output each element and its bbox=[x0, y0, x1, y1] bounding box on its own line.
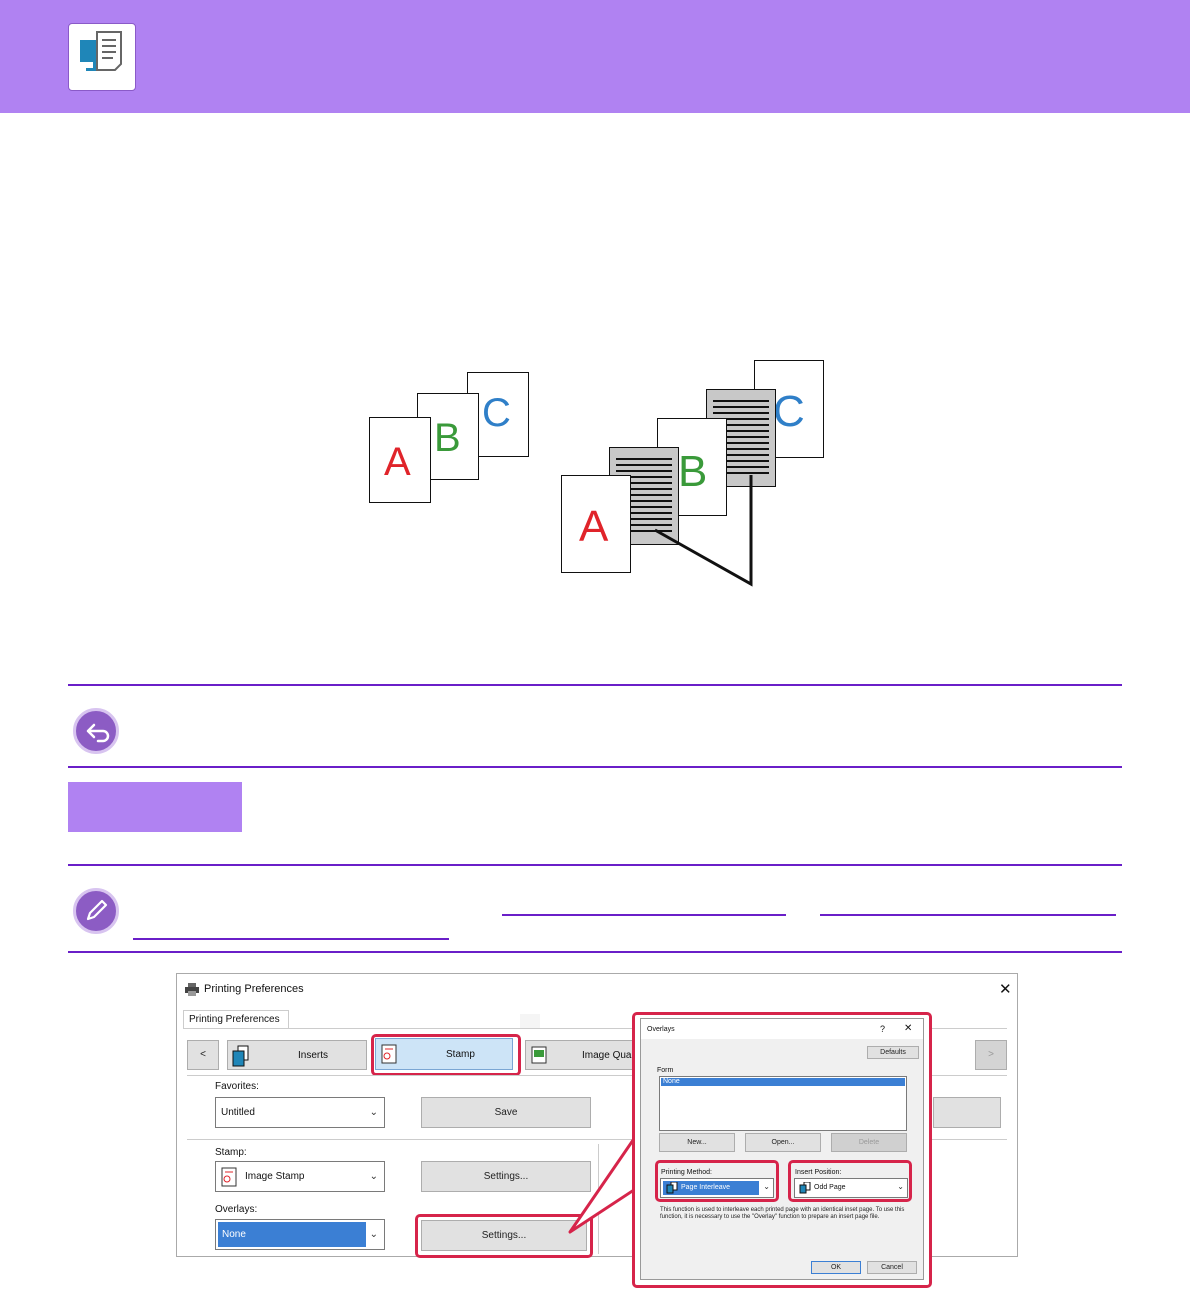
page-letter: C bbox=[482, 391, 511, 435]
close-icon[interactable]: ✕ bbox=[904, 1023, 912, 1034]
tab-printing-preferences[interactable]: Printing Preferences bbox=[183, 1010, 289, 1029]
page-a: A bbox=[561, 475, 631, 573]
computer-document-icon bbox=[68, 23, 136, 91]
page-a: A bbox=[369, 417, 431, 503]
tab-label: Image Quali bbox=[582, 1050, 636, 1061]
reference-link[interactable] bbox=[133, 938, 449, 940]
page-letter: A bbox=[579, 502, 609, 551]
partial-button[interactable] bbox=[933, 1097, 1001, 1128]
divider bbox=[68, 766, 1122, 768]
page-letter: C bbox=[773, 387, 805, 436]
back-arrow-icon bbox=[73, 708, 119, 754]
chevron-down-icon: ⌄ bbox=[369, 1107, 378, 1118]
help-icon[interactable]: ? bbox=[880, 1024, 885, 1034]
new-button[interactable]: New... bbox=[659, 1133, 735, 1152]
overlays-label: Overlays: bbox=[215, 1204, 258, 1215]
tab-label: Inserts bbox=[298, 1050, 329, 1061]
stamp-select[interactable]: Image Stamp ⌄ bbox=[215, 1161, 385, 1192]
list-item[interactable]: None bbox=[661, 1078, 905, 1086]
highlight-printing-method bbox=[655, 1160, 779, 1202]
stamp-icon bbox=[221, 1167, 237, 1187]
tab-image-quality[interactable]: Image Quali bbox=[525, 1040, 636, 1070]
description-text: This function is used to interleave each… bbox=[660, 1207, 905, 1220]
nav-next-button[interactable]: > bbox=[975, 1040, 1007, 1070]
window-title: Printing Preferences bbox=[204, 983, 304, 995]
reference-link[interactable] bbox=[502, 914, 786, 916]
inserts-icon bbox=[232, 1045, 249, 1067]
section-tag bbox=[68, 782, 242, 832]
insert-connector-lines bbox=[654, 475, 753, 587]
list-item-label: None bbox=[663, 1078, 680, 1085]
tab-inserts[interactable]: Inserts bbox=[227, 1040, 367, 1070]
stamp-label: Stamp: bbox=[215, 1147, 247, 1158]
divider bbox=[68, 951, 1122, 953]
chevron-down-icon: ⌄ bbox=[369, 1171, 378, 1182]
open-button[interactable]: Open... bbox=[745, 1133, 821, 1152]
highlight-stamp-tab bbox=[371, 1034, 521, 1076]
ok-button[interactable]: OK bbox=[811, 1261, 861, 1274]
highlight-insert-position bbox=[788, 1160, 912, 1202]
form-label: Form bbox=[657, 1067, 674, 1074]
image-quality-icon bbox=[531, 1046, 547, 1064]
page-letter: B bbox=[434, 416, 461, 460]
overlays-value: None bbox=[222, 1229, 246, 1240]
tab-gap bbox=[520, 1014, 540, 1028]
tab-label: Printing Preferences bbox=[189, 1014, 280, 1025]
stamp-value: Image Stamp bbox=[245, 1171, 305, 1182]
delete-button[interactable]: Delete bbox=[831, 1133, 907, 1152]
nav-prev-button[interactable]: < bbox=[187, 1040, 219, 1070]
header-band bbox=[0, 0, 1190, 113]
printer-icon bbox=[185, 983, 199, 996]
pencil-note-icon bbox=[73, 888, 119, 934]
overlays-select[interactable]: None ⌄ bbox=[215, 1219, 385, 1250]
favorites-label: Favorites: bbox=[215, 1081, 259, 1092]
form-list[interactable]: None bbox=[659, 1076, 907, 1131]
divider bbox=[68, 684, 1122, 686]
close-icon[interactable]: ✕ bbox=[999, 980, 1012, 998]
page-letter: A bbox=[384, 440, 411, 484]
divider bbox=[68, 864, 1122, 866]
chevron-down-icon: ⌄ bbox=[369, 1229, 378, 1240]
overlays-dialog: Overlays ? ✕ Defaults Form None New... O… bbox=[640, 1018, 924, 1280]
reference-link[interactable] bbox=[820, 914, 1116, 916]
defaults-button[interactable]: Defaults bbox=[867, 1046, 919, 1059]
cancel-button[interactable]: Cancel bbox=[867, 1261, 917, 1274]
dialog-title: Overlays bbox=[647, 1026, 675, 1033]
favorites-value: Untitled bbox=[221, 1107, 255, 1118]
favorites-select[interactable]: Untitled ⌄ bbox=[215, 1097, 385, 1128]
